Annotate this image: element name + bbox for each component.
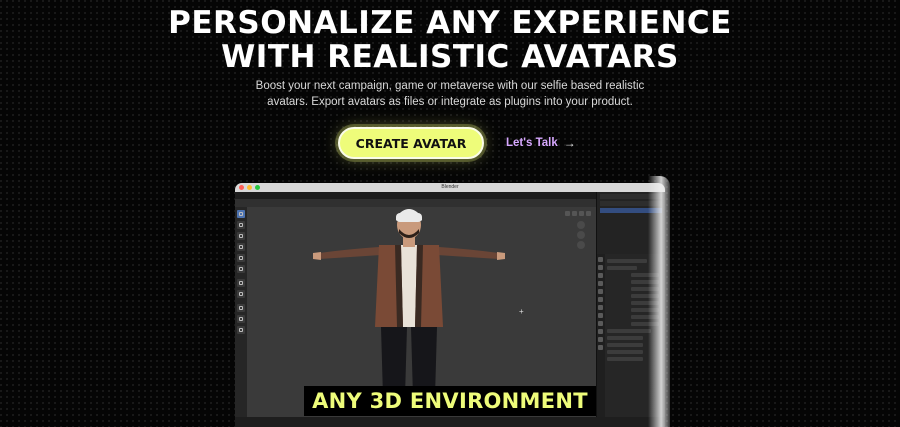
tool-strip (235, 207, 247, 417)
measure-tool-icon (237, 290, 245, 298)
properties-panel (596, 254, 665, 417)
annotate-tool-icon (237, 279, 245, 287)
create-avatar-button[interactable]: CREATE AVATAR (338, 127, 484, 159)
window-title: Blender (441, 184, 459, 190)
outliner-panel (596, 192, 665, 254)
cta-row: CREATE AVATAR Let's Talk → (0, 127, 900, 159)
transform-tool-icon (237, 265, 245, 273)
viewport-caption: ANY 3D ENVIRONMENT (304, 386, 596, 416)
window-titlebar: Blender (235, 183, 665, 192)
subtitle-line-2: avatars. Export avatars as files or inte… (267, 96, 633, 108)
cursor-tool-icon (237, 221, 245, 229)
headline: PERSONALIZE ANY EXPERIENCE WITH REALISTI… (0, 6, 900, 74)
viewport-shading-icons (565, 211, 591, 216)
headline-line-2: WITH REALISTIC AVATARS (221, 39, 679, 75)
lets-talk-label: Let's Talk (506, 137, 558, 149)
headline-line-1: PERSONALIZE ANY EXPERIENCE (168, 5, 732, 41)
camera-tool-icon (237, 326, 245, 334)
subtitle: Boost your next campaign, game or metave… (0, 78, 900, 110)
move-tool-icon (237, 232, 245, 240)
rotate-tool-icon (237, 243, 245, 251)
viewport-header (235, 199, 605, 207)
arrow-right-icon: → (563, 136, 576, 150)
properties-fields (607, 256, 663, 363)
lets-talk-link[interactable]: Let's Talk → (506, 127, 576, 159)
timeline-bar (235, 417, 665, 427)
3d-cursor-icon: + (519, 307, 524, 316)
properties-tabs (597, 254, 605, 417)
scale-tool-icon (237, 254, 245, 262)
select-tool-icon (237, 210, 245, 218)
subtitle-line-1: Boost your next campaign, game or metave… (255, 80, 645, 92)
pen-tool-icon (237, 315, 245, 323)
navigation-gizmo (577, 221, 589, 249)
brush-tool-icon (237, 304, 245, 312)
